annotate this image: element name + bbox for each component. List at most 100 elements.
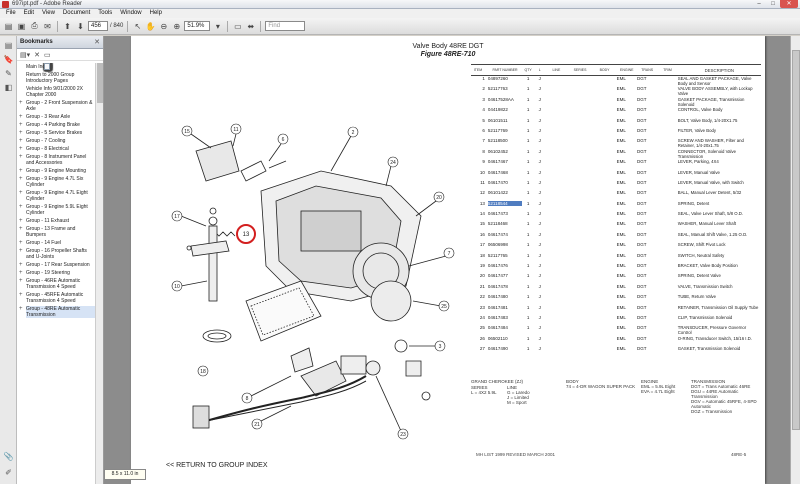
bookmark-item[interactable]: + Group - 14 Fuel xyxy=(17,63,96,247)
part-number-link[interactable]: 52117769 xyxy=(488,128,522,133)
part-number-link[interactable]: 52118544 xyxy=(487,200,523,206)
part-number-link[interactable]: 04617473 xyxy=(488,211,522,216)
part-number-link[interactable]: 52118468 xyxy=(488,221,522,226)
bookmark-item[interactable]: + Group - 5 Service Brakes xyxy=(17,63,96,137)
hand-tool-icon[interactable]: ✋ xyxy=(145,21,156,32)
bookmark-item[interactable]: + Group - 13 Frame and Bumpers xyxy=(17,63,96,239)
bookmark-item[interactable]: Return to 2000 Group Introductory Pages xyxy=(17,63,96,85)
expand-icon[interactable]: + xyxy=(19,138,26,144)
part-number-link[interactable]: 04617483 xyxy=(488,315,522,320)
maximize-button[interactable]: □ xyxy=(766,0,780,8)
menu-edit[interactable]: Edit xyxy=(20,9,38,18)
expand-icon[interactable]: + xyxy=(19,154,26,160)
expand-icon[interactable]: + xyxy=(19,248,26,254)
bookmark-item[interactable]: + Group - 46RE Automatic Transmission 4 S… xyxy=(17,63,96,291)
part-number-link[interactable]: 52118500 xyxy=(488,138,522,143)
part-number-link[interactable]: 04617490 xyxy=(488,346,522,351)
part-number-link[interactable]: 52117763 xyxy=(488,86,522,91)
part-number-link[interactable]: 52117765 xyxy=(488,253,522,258)
previous-page-icon[interactable]: ⬆ xyxy=(62,21,73,32)
part-number-link[interactable]: 04617470 xyxy=(488,180,522,185)
part-number-link[interactable]: 04419822 xyxy=(488,107,522,112)
zoom-input[interactable]: 51.9% xyxy=(184,21,211,31)
expand-icon[interactable]: + xyxy=(19,176,26,182)
bookmark-item[interactable]: + Group - 9 Engine 5.9L Eight Cylinder xyxy=(17,63,96,217)
part-number-link[interactable]: 06502110 xyxy=(488,336,522,341)
bookmark-item[interactable]: Vehicle Info 9/01/2000 2X Chapter 2000 xyxy=(17,63,96,99)
close-panel-icon[interactable]: ✕ xyxy=(94,38,100,46)
bookmarks-panel-icon[interactable]: 🔖 xyxy=(3,54,14,65)
part-number-link[interactable]: 04617476 xyxy=(488,263,522,268)
menu-view[interactable]: View xyxy=(38,9,59,18)
expand-icon[interactable]: + xyxy=(19,122,26,128)
bookmark-item[interactable]: + Group - 19 Steering xyxy=(17,63,96,277)
part-number-link[interactable]: 04617467 xyxy=(488,159,522,164)
email-icon[interactable]: ✉ xyxy=(42,21,53,32)
zoom-dropdown-icon[interactable]: ▾ xyxy=(212,21,223,32)
part-number-link[interactable]: 04617478 xyxy=(488,284,522,289)
bookmark-item[interactable]: + Group - 17 Rear Suspension xyxy=(17,63,96,269)
menu-window[interactable]: Window xyxy=(116,9,145,18)
page-number-input[interactable]: 456 xyxy=(88,21,108,31)
bookmark-item[interactable]: + Group - 45RFE Automatic Transmission 4 … xyxy=(17,63,96,305)
document-scrollbar[interactable] xyxy=(790,36,800,484)
pages-panel-icon[interactable]: ▤ xyxy=(3,40,14,51)
attachments-panel-icon[interactable]: 📎 xyxy=(3,451,14,462)
bookmark-item[interactable]: + Group - 9 Engine Mounting xyxy=(17,63,96,175)
menu-document[interactable]: Document xyxy=(59,9,94,18)
part-number-link[interactable]: 06506998 xyxy=(488,242,522,247)
signatures-panel-icon[interactable]: ✎ xyxy=(3,68,14,79)
bookmark-item[interactable]: Main Index xyxy=(17,63,96,71)
menu-file[interactable]: File xyxy=(2,9,20,18)
bookmark-item[interactable]: + Group - 4 Parking Brake xyxy=(17,63,96,129)
part-number-link[interactable]: 04617480 xyxy=(488,294,522,299)
bookmark-item[interactable]: + Group - 2 Front Suspension & Axle xyxy=(17,63,96,113)
part-number-link[interactable]: 04897260 xyxy=(488,76,522,81)
bookmark-item[interactable]: + Group - 48RE Automatic Transmission xyxy=(17,63,96,319)
part-number-link[interactable]: 06102452 xyxy=(488,149,522,154)
close-button[interactable]: ✕ xyxy=(780,0,798,8)
fit-page-icon[interactable]: ▭ xyxy=(232,21,243,32)
select-tool-icon[interactable]: ↖ xyxy=(132,21,143,32)
part-number-link[interactable]: 04617477 xyxy=(488,273,522,278)
part-number-link[interactable]: 04617528AA xyxy=(488,97,522,102)
expand-icon[interactable]: + xyxy=(19,130,26,136)
bookmark-item[interactable]: + Group - 9 Engine 4.7L Six Cylinder xyxy=(17,63,96,189)
open-icon[interactable]: ▤ xyxy=(3,21,14,32)
return-to-group-index-link[interactable]: << RETURN TO GROUP INDEX xyxy=(166,462,268,469)
delete-bookmark-icon[interactable]: ✕ xyxy=(34,51,40,59)
layers-panel-icon[interactable]: ◧ xyxy=(3,82,14,93)
bookmarks-scrollbar[interactable] xyxy=(95,63,103,484)
bookmark-options-icon[interactable]: ▤▾ xyxy=(20,51,30,59)
expand-icon[interactable]: + xyxy=(19,190,26,196)
part-number-link[interactable]: 06101422 xyxy=(488,190,522,195)
bookmark-item[interactable]: + Group - 8 Electrical xyxy=(17,63,96,153)
part-number-link[interactable]: 04617474 xyxy=(488,232,522,237)
part-number-link[interactable]: 04617481 xyxy=(488,305,522,310)
expand-icon[interactable]: + xyxy=(19,100,26,106)
comments-panel-icon[interactable]: ✐ xyxy=(3,467,14,478)
fit-width-icon[interactable]: ⬌ xyxy=(245,21,256,32)
menu-help[interactable]: Help xyxy=(146,9,166,18)
part-number-link[interactable]: 04617468 xyxy=(488,170,522,175)
expand-icon[interactable]: + xyxy=(19,204,26,210)
zoom-out-icon[interactable]: ⊖ xyxy=(158,21,169,32)
expand-icon[interactable]: + xyxy=(19,262,26,268)
expand-icon[interactable]: + xyxy=(19,270,26,276)
expand-icon[interactable]: + xyxy=(19,292,26,298)
bookmark-item[interactable]: + Group - 3 Rear Axle xyxy=(17,63,96,121)
bookmark-item[interactable]: + Group - 11 Exhaust xyxy=(17,63,96,225)
next-page-icon[interactable]: ⬇ xyxy=(75,21,86,32)
expand-icon[interactable]: + xyxy=(19,226,26,232)
bookmark-item[interactable]: + Group - 8 Instrument Panel and Accessor… xyxy=(17,63,96,167)
part-number-link[interactable]: 06101511 xyxy=(488,118,522,123)
part-number-link[interactable]: 04617484 xyxy=(488,325,522,330)
expand-icon[interactable]: + xyxy=(19,168,26,174)
minimize-button[interactable]: – xyxy=(752,0,766,8)
scrollbar-thumb[interactable] xyxy=(792,50,800,430)
print-icon[interactable]: ⎙ xyxy=(29,21,40,32)
zoom-in-icon[interactable]: ⊕ xyxy=(171,21,182,32)
bookmark-item[interactable]: + Group - 16 Propeller Shafts and U-Joint… xyxy=(17,63,96,261)
menu-tools[interactable]: Tools xyxy=(94,9,116,18)
expand-icon[interactable]: + xyxy=(19,240,26,246)
